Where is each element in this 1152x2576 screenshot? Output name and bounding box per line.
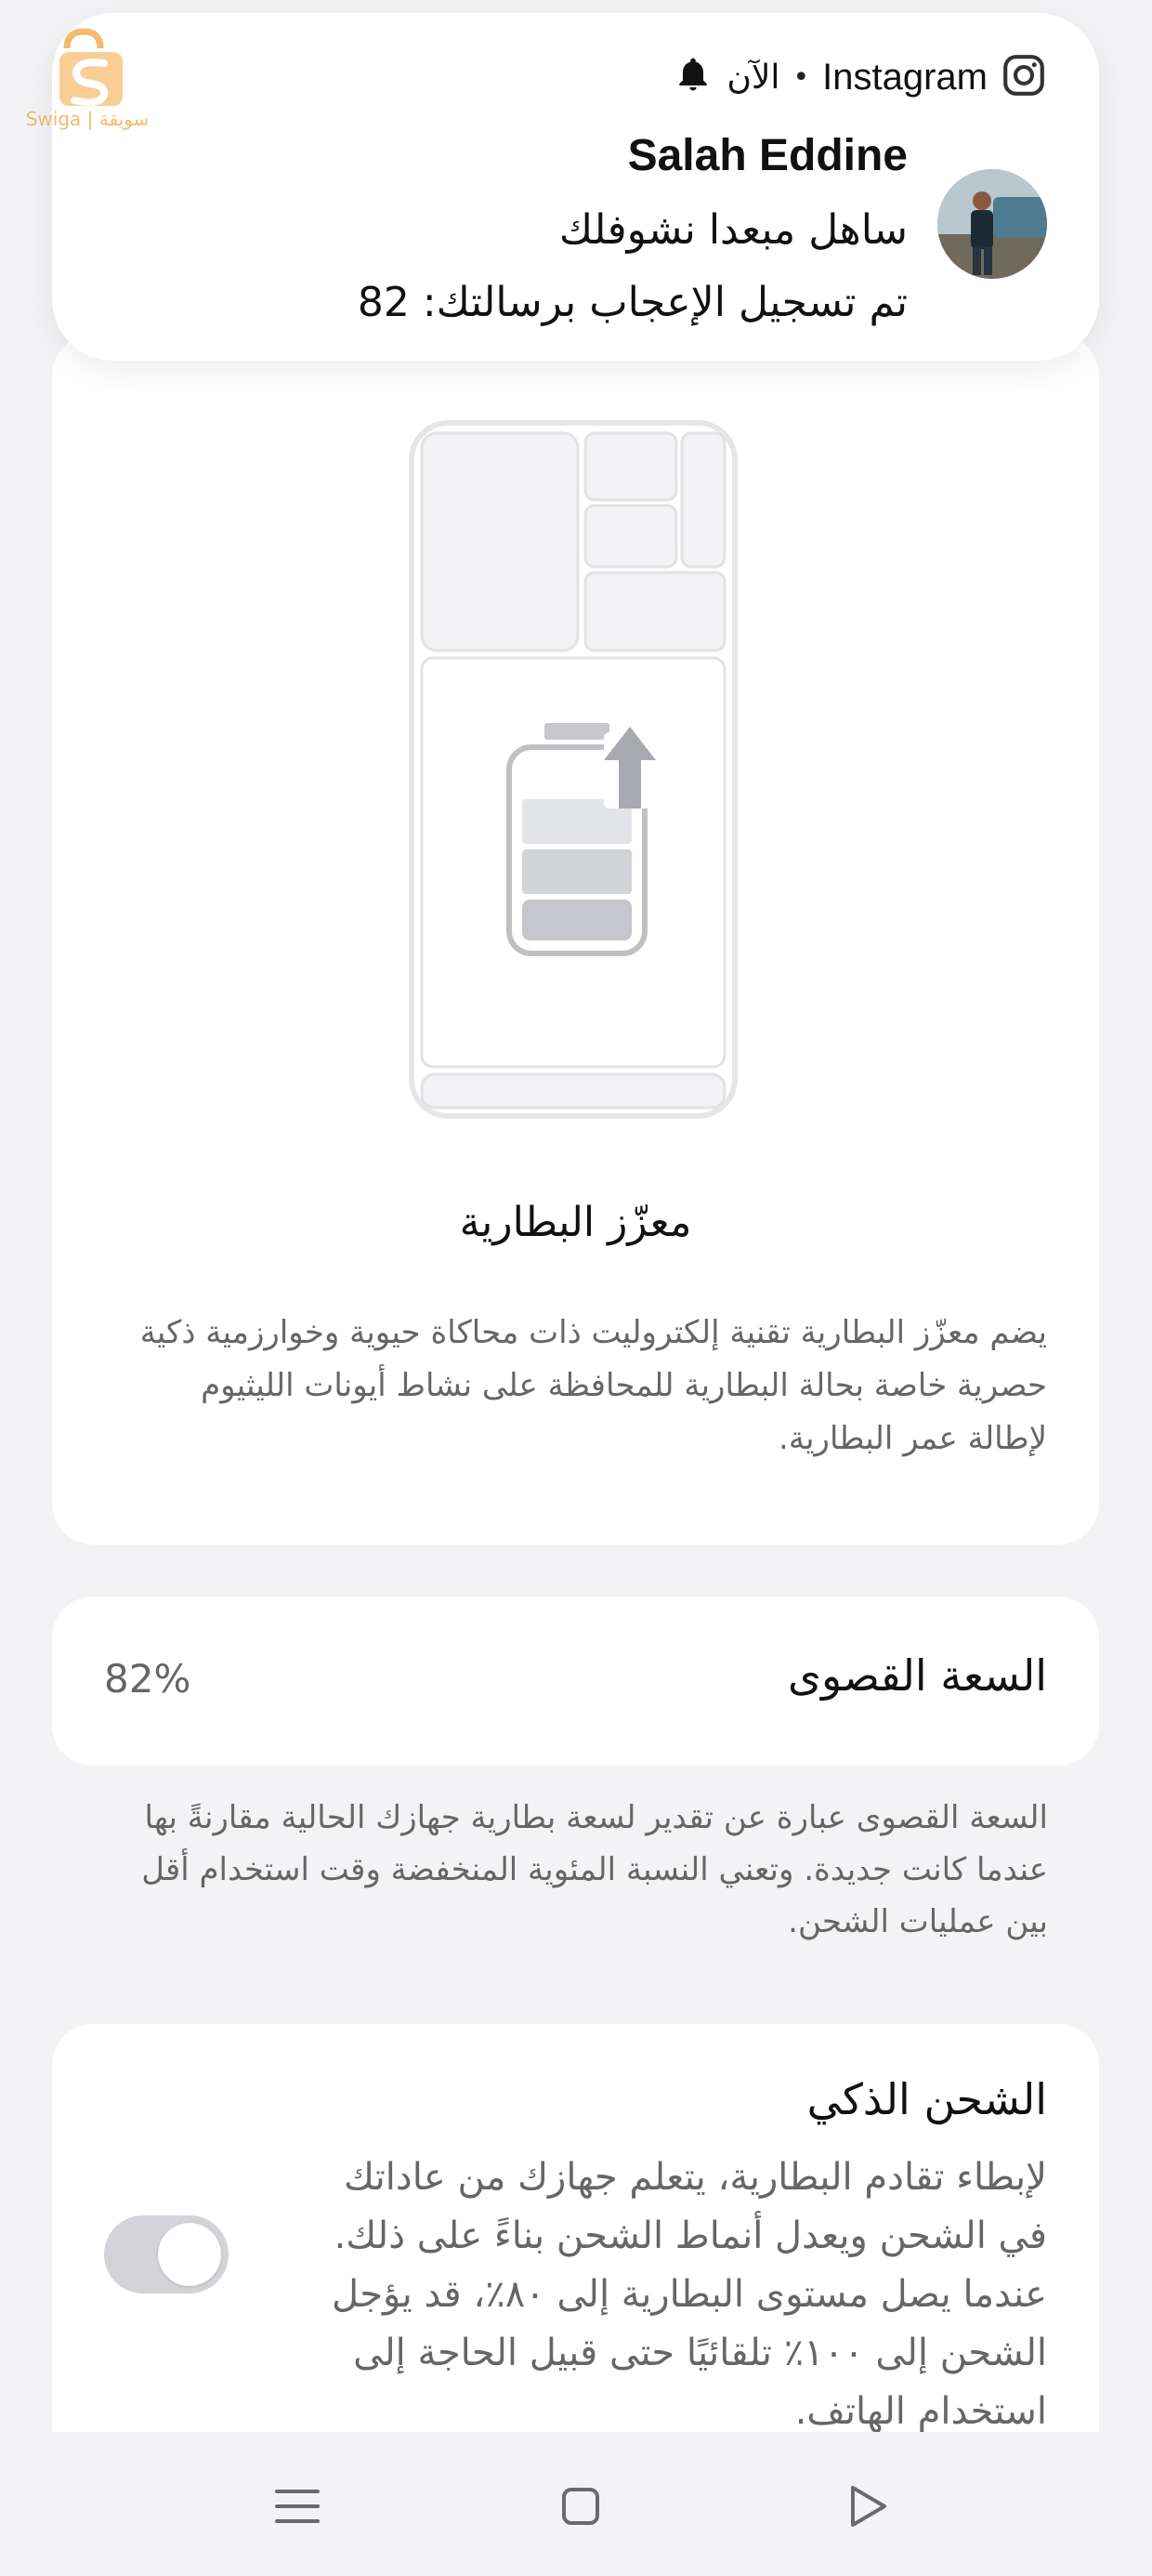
notification-detail: تم تسجيل الإعجاب برسالتك: 82 xyxy=(357,279,908,326)
notification-app-name: Instagram xyxy=(822,56,988,98)
battery-charging-icon xyxy=(409,420,738,1119)
notification-message: ساهل مبعدا نشوفلك xyxy=(558,206,908,254)
separator-dot: • xyxy=(792,60,810,94)
max-capacity-label: السعة القصوى xyxy=(787,1650,1047,1701)
smart-charging-card[interactable]: الشحن الذكي لإبطاء تقادم البطارية، يتعلم… xyxy=(52,2024,1099,2451)
notification-sender: Salah Eddine xyxy=(627,131,908,180)
notification-card[interactable]: الآن • Instagram Salah Eddine ساهل مبعدا… xyxy=(52,13,1099,361)
max-capacity-value: 82% xyxy=(104,1656,191,1702)
smart-charging-toggle[interactable] xyxy=(104,2215,229,2293)
notification-time: الآن xyxy=(727,58,780,97)
instagram-icon xyxy=(1001,52,1047,102)
home-icon[interactable] xyxy=(553,2478,609,2534)
max-capacity-row[interactable]: السعة القصوى 82% xyxy=(52,1597,1099,1766)
watermark-logo: Swiga | سويقة xyxy=(13,22,162,134)
max-capacity-note: السعة القصوى عبارة عن تقدير لسعة بطارية … xyxy=(141,1799,1048,1940)
feature-description: يضم معزّز البطارية تقنية إلكتروليت ذات م… xyxy=(139,1314,1047,1457)
avatar xyxy=(937,169,1047,279)
toggle-knob xyxy=(158,2223,221,2286)
watermark-text: Swiga | سويقة xyxy=(25,108,150,130)
back-icon[interactable] xyxy=(840,2478,896,2534)
smart-charging-description: لإبطاء تقادم البطارية، يتعلم جهازك من عا… xyxy=(331,2156,1047,2433)
notification-header: الآن • Instagram xyxy=(673,52,1047,102)
battery-protector-card: معزّز البطارية يضم معزّز البطارية تقنية … xyxy=(52,335,1099,1544)
smart-charging-title: الشحن الذكي xyxy=(806,2074,1047,2124)
menu-icon[interactable] xyxy=(269,2478,325,2534)
bell-icon xyxy=(673,55,713,99)
navigation-bar xyxy=(0,2432,1152,2576)
feature-title: معزّز البطارية xyxy=(459,1199,692,1246)
